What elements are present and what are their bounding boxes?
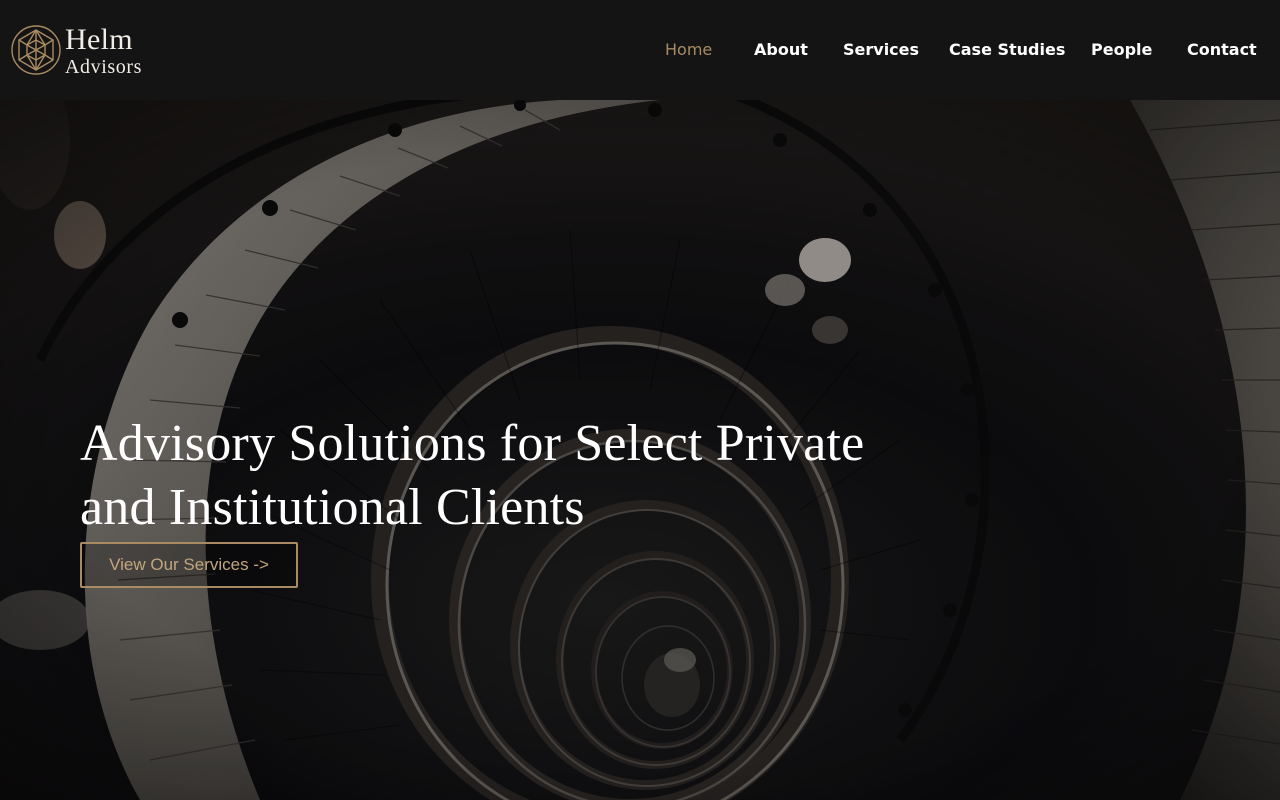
nav-item-contact[interactable]: Contact <box>1187 38 1257 62</box>
hero-title-line-1: Advisory Solutions for Select Private <box>80 415 865 472</box>
main-nav: Home About Services Case Studies People … <box>0 38 1280 62</box>
nav-item-services[interactable]: Services <box>843 38 919 62</box>
hero-title: Advisory Solutions for Select Private an… <box>80 412 980 540</box>
nav-item-home[interactable]: Home <box>665 38 712 62</box>
hero-title-line-2: and Institutional Clients <box>80 479 585 536</box>
hero-section: Advisory Solutions for Select Private an… <box>0 100 1280 800</box>
nav-item-case-studies[interactable]: Case Studies <box>949 38 1065 62</box>
view-services-button[interactable]: View Our Services -> <box>80 542 298 588</box>
nav-item-people[interactable]: People <box>1091 38 1152 62</box>
site-header: Helm Advisors Home About Services Case S… <box>0 0 1280 100</box>
nav-item-about[interactable]: About <box>754 38 808 62</box>
